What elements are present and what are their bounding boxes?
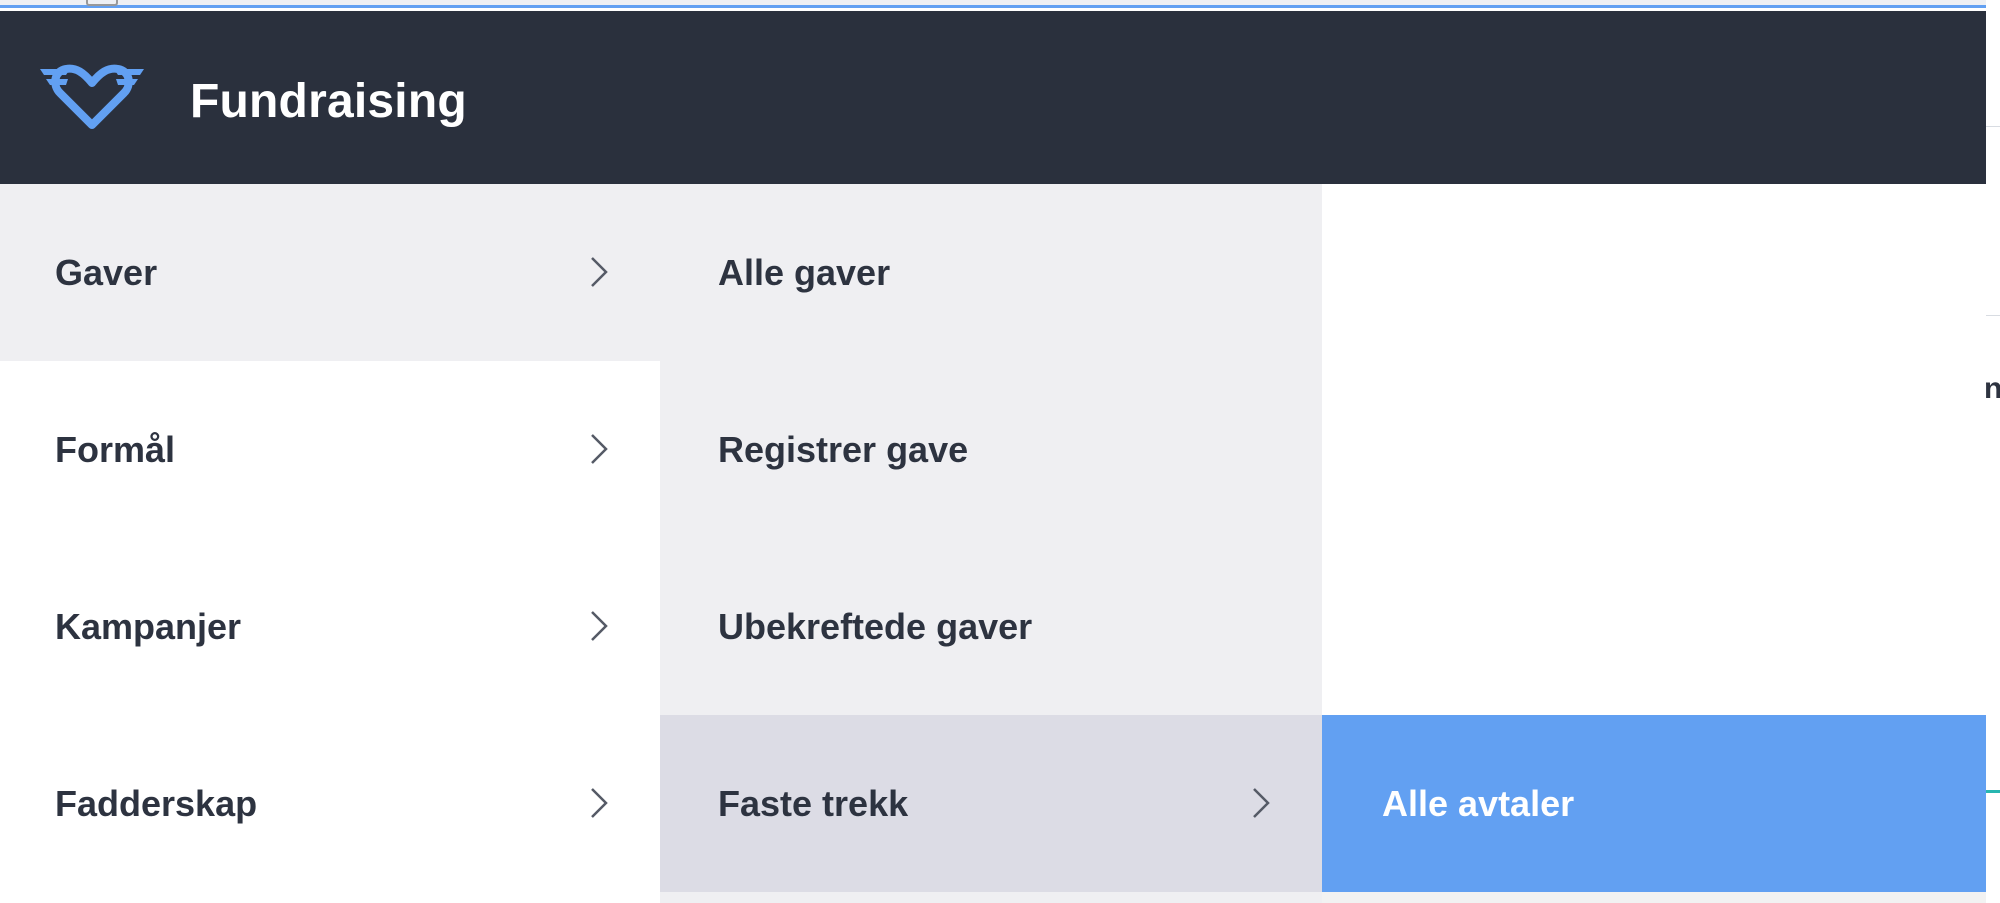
background-partial-text: n — [1984, 372, 2000, 405]
window-icon — [86, 0, 118, 6]
chevron-right-icon — [591, 434, 608, 464]
menu-item-ubekreftede-gaver[interactable]: Ubekreftede gaver — [660, 538, 1322, 715]
menu-item-label: Kampanjer — [55, 606, 242, 647]
menu-item-label: Alle avtaler — [1382, 783, 1575, 824]
menu-item-kampanjer[interactable]: Kampanjer — [0, 538, 660, 715]
menu-item-label: Fadderskap — [55, 783, 258, 824]
chevron-right-icon — [1253, 788, 1270, 818]
menu-level-3: Alle avtaler — [1322, 184, 1986, 903]
menu-panel-filler — [1322, 892, 1986, 903]
background-accent-line — [1986, 790, 2000, 793]
menu-item-faste-trekk[interactable]: Faste trekk — [660, 715, 1322, 892]
menu-level-1: Gaver Formål Kampanjer Fadderskap — [0, 184, 660, 903]
app-title: Fundraising — [190, 75, 467, 128]
menu-item-alle-avtaler[interactable]: Alle avtaler — [1322, 715, 1986, 892]
menu-item-label: Registrer gave — [718, 429, 969, 470]
menu-item-alle-gaver[interactable]: Alle gaver — [660, 184, 1322, 361]
menu-item-formal[interactable]: Formål — [0, 361, 660, 538]
menu-panel-filler — [660, 892, 1322, 903]
chevron-right-icon — [591, 257, 608, 287]
background-divider — [1986, 315, 2000, 316]
navigation-menu: Fundraising Gaver Formål Kampanjer Fadde… — [0, 11, 1986, 903]
chevron-right-icon — [591, 611, 608, 641]
menu-item-label: Faste trekk — [718, 783, 909, 824]
background-page — [1986, 0, 2000, 903]
menu-item-fadderskap[interactable]: Fadderskap — [0, 715, 660, 892]
browser-top-strip — [0, 0, 2000, 8]
background-divider — [1986, 126, 2000, 127]
menu-level-2: Alle gaver Registrer gave Ubekreftede ga… — [660, 184, 1322, 903]
winged-heart-icon[interactable] — [40, 63, 144, 129]
menu-item-label: Gaver — [55, 252, 158, 293]
menu-header: Fundraising — [0, 11, 1986, 184]
menu-item-label: Ubekreftede gaver — [718, 606, 1033, 647]
menu-item-label: Formål — [55, 429, 176, 470]
menu-item-registrer-gave[interactable]: Registrer gave — [660, 361, 1322, 538]
menu-item-label: Alle gaver — [718, 252, 891, 293]
chevron-right-icon — [591, 788, 608, 818]
menu-item-gaver[interactable]: Gaver — [0, 184, 660, 361]
